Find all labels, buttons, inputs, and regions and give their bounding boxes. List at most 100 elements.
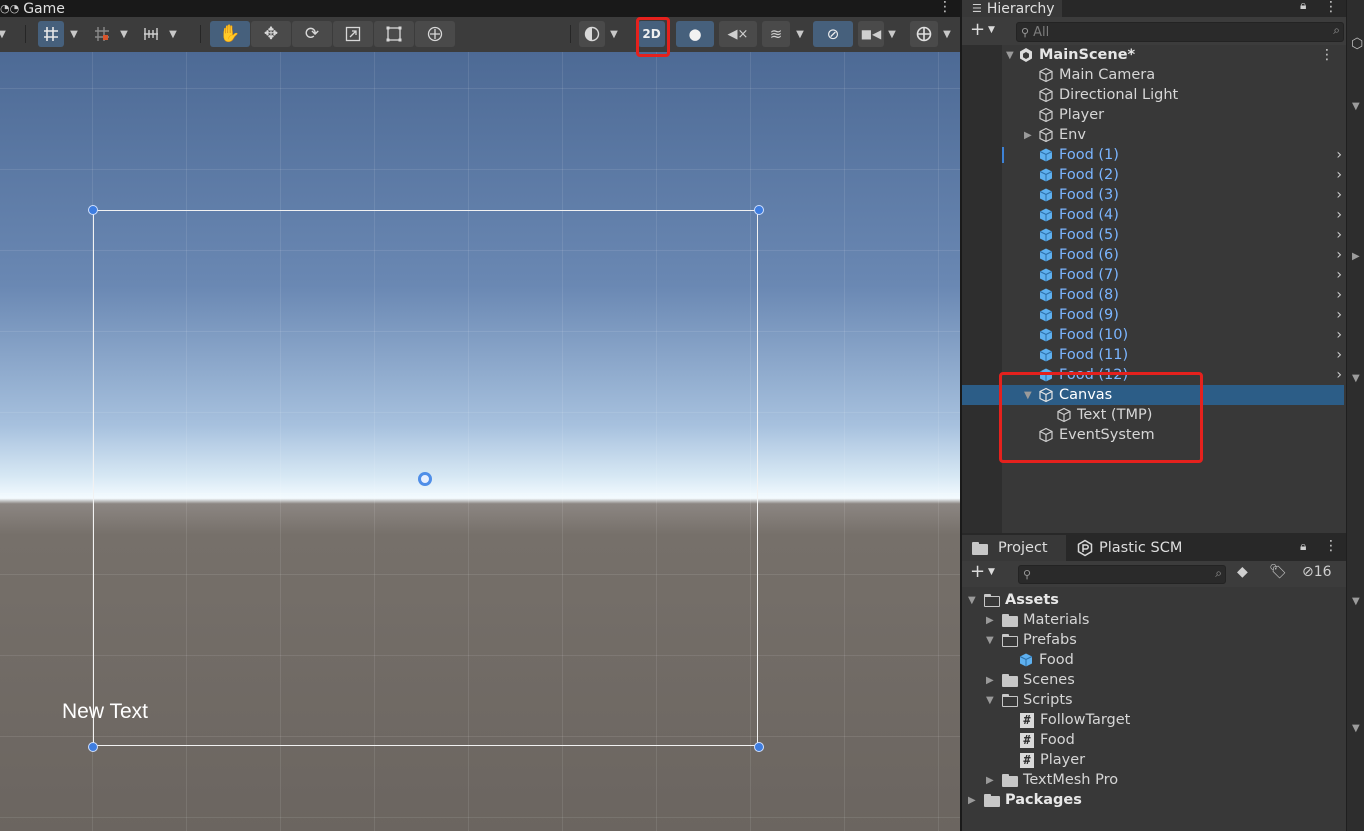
hand-tool-button[interactable]: ✋ <box>210 21 250 47</box>
rotate-tool-button[interactable]: ⟳ <box>292 21 332 47</box>
chevron-right-icon[interactable]: › <box>1336 147 1342 163</box>
scale-tool-button[interactable] <box>333 21 373 47</box>
chevron-right-icon[interactable]: › <box>1336 287 1342 303</box>
chevron-right-icon[interactable]: › <box>1336 267 1342 283</box>
chevron-right-icon[interactable]: › <box>1336 367 1342 383</box>
pivot-handle[interactable] <box>418 472 432 486</box>
project-item-player-script[interactable]: # Player <box>962 750 1346 770</box>
project-item-food-prefab[interactable]: Food <box>962 650 1346 670</box>
chevron-right-icon[interactable]: › <box>1336 167 1342 183</box>
snap-settings-button[interactable] <box>138 21 164 47</box>
chevron-right-icon[interactable]: › <box>1336 327 1342 343</box>
hierarchy-scene-row[interactable]: ▼ MainScene* ⋮ <box>962 45 1346 65</box>
rect-handle-top-left[interactable] <box>88 205 98 215</box>
lock-icon[interactable]: 🔒︎ <box>1300 539 1306 554</box>
search-options-icon[interactable]: ⌕ <box>1215 566 1222 581</box>
move-tool-button[interactable]: ✥ <box>251 21 291 47</box>
chevron-right-icon[interactable]: ▶ <box>1352 251 1360 262</box>
project-item-assets[interactable]: ▼ Assets <box>962 590 1346 610</box>
hierarchy-item-canvas[interactable]: ▼ Canvas <box>962 385 1344 405</box>
chevron-right-icon[interactable]: › <box>1336 227 1342 243</box>
chevron-down-icon[interactable]: ▼ <box>986 695 998 706</box>
draw-mode-button[interactable] <box>579 21 605 47</box>
transform-tool-button[interactable] <box>415 21 455 47</box>
chevron-right-icon[interactable]: › <box>1336 247 1342 263</box>
project-item-materials[interactable]: ▶ Materials <box>962 610 1346 630</box>
grid-snap-toggle[interactable] <box>38 21 64 47</box>
tab-hierarchy[interactable]: ☰ Hierarchy <box>962 0 1062 17</box>
lighting-toggle[interactable]: ● <box>676 21 714 47</box>
scene-visibility-toggle[interactable]: ⊘ <box>813 21 853 47</box>
toggle-2d-button[interactable]: 2D <box>638 21 665 47</box>
panel-menu-icon[interactable]: ⋮ <box>938 0 952 15</box>
project-item-scenes[interactable]: ▶ Scenes <box>962 670 1346 690</box>
rect-handle-top-right[interactable] <box>754 205 764 215</box>
canvas-text-element[interactable]: New Text <box>62 700 148 724</box>
hierarchy-item-directional-light[interactable]: Directional Light <box>962 85 1346 105</box>
hierarchy-item-food-3[interactable]: Food (3) › <box>962 185 1346 205</box>
chevron-right-icon[interactable]: › <box>1336 187 1342 203</box>
filter-by-label-icon[interactable]: 🏷︎ <box>1269 564 1287 580</box>
camera-settings-button[interactable]: ■◀ <box>858 21 884 47</box>
panel-menu-icon[interactable]: ⋮ <box>1324 538 1338 554</box>
hierarchy-item-main-camera[interactable]: Main Camera <box>962 65 1346 85</box>
hierarchy-item-food-6[interactable]: Food (6) › <box>962 245 1346 265</box>
project-item-scripts[interactable]: ▼ Scripts <box>962 690 1346 710</box>
increment-snap-dropdown[interactable]: ▼ <box>116 21 132 47</box>
panel-menu-icon[interactable]: ⋮ <box>1324 0 1338 15</box>
hierarchy-item-food-5[interactable]: Food (5) › <box>962 225 1346 245</box>
project-item-textmesh-pro[interactable]: ▶ TextMesh Pro <box>962 770 1346 790</box>
rect-handle-bottom-left[interactable] <box>88 742 98 752</box>
tab-project[interactable]: Project <box>962 535 1066 561</box>
hierarchy-item-player[interactable]: Player <box>962 105 1346 125</box>
grid-snap-dropdown[interactable]: ▼ <box>66 21 82 47</box>
snap-settings-dropdown[interactable]: ▼ <box>165 21 181 47</box>
search-options-icon[interactable]: ⌕ <box>1333 23 1340 38</box>
hidden-packages-toggle[interactable]: ⊘16 <box>1302 564 1332 580</box>
effects-dropdown[interactable]: ▼ <box>792 21 808 47</box>
hierarchy-item-text-tmp[interactable]: Text (TMP) <box>962 405 1346 425</box>
effects-toggle[interactable]: ≋ <box>762 21 790 47</box>
hierarchy-item-food-9[interactable]: Food (9) › <box>962 305 1346 325</box>
scene-menu-icon[interactable]: ⋮ <box>1320 47 1334 63</box>
tab-plastic-scm[interactable]: Plastic SCM <box>1076 535 1182 561</box>
project-search-input[interactable]: ⚲ ⌕ <box>1018 565 1226 584</box>
chevron-down-icon[interactable]: ▼ <box>986 635 998 646</box>
gizmos-button[interactable] <box>910 21 938 47</box>
hierarchy-item-food-11[interactable]: Food (11) › <box>962 345 1346 365</box>
hierarchy-item-food-1[interactable]: Food (1) › <box>962 145 1346 165</box>
hierarchy-item-eventsystem[interactable]: EventSystem <box>962 425 1346 445</box>
hierarchy-item-food-12[interactable]: Food (12) › <box>962 365 1346 385</box>
hierarchy-item-food-4[interactable]: Food (4) › <box>962 205 1346 225</box>
chevron-right-icon[interactable]: › <box>1336 207 1342 223</box>
add-object-button[interactable]: + ▼ <box>970 19 995 40</box>
hierarchy-item-food-8[interactable]: Food (8) › <box>962 285 1346 305</box>
chevron-right-icon[interactable]: ▶ <box>986 615 998 626</box>
chevron-down-icon[interactable]: ▼ <box>1352 723 1360 734</box>
chevron-down-icon[interactable]: ▼ <box>1024 390 1036 401</box>
chevron-right-icon[interactable]: › <box>1336 347 1342 363</box>
hierarchy-item-food-7[interactable]: Food (7) › <box>962 265 1346 285</box>
filter-by-type-icon[interactable]: ◆ <box>1237 564 1248 580</box>
project-item-prefabs[interactable]: ▼ Prefabs <box>962 630 1346 650</box>
hierarchy-search-input[interactable]: ⚲ All ⌕ <box>1016 22 1344 42</box>
hierarchy-item-env[interactable]: ▶ Env <box>962 125 1346 145</box>
audio-toggle[interactable]: ◀× <box>719 21 757 47</box>
chevron-down-icon[interactable]: ▼ <box>1352 596 1360 607</box>
chevron-down-icon[interactable]: ▼ <box>1352 373 1360 384</box>
project-item-packages[interactable]: ▶ Packages <box>962 790 1346 810</box>
chevron-down-icon[interactable]: ▼ <box>1006 50 1018 61</box>
chevron-right-icon[interactable]: › <box>1336 307 1342 323</box>
rect-tool-button[interactable] <box>374 21 414 47</box>
rect-handle-bottom-right[interactable] <box>754 742 764 752</box>
draw-mode-dropdown[interactable]: ▼ <box>606 21 622 47</box>
create-asset-button[interactable]: + ▼ <box>970 561 995 582</box>
chevron-right-icon[interactable]: ▶ <box>986 775 998 786</box>
project-item-food-script[interactable]: # Food <box>962 730 1346 750</box>
gizmos-dropdown[interactable]: ▼ <box>939 21 955 47</box>
chevron-right-icon[interactable]: ▶ <box>968 795 980 806</box>
chevron-right-icon[interactable]: ▶ <box>1024 130 1036 141</box>
camera-settings-dropdown[interactable]: ▼ <box>884 21 900 47</box>
lock-icon[interactable]: 🔒︎ <box>1300 0 1306 13</box>
scene-viewport[interactable]: New Text <box>0 52 960 831</box>
